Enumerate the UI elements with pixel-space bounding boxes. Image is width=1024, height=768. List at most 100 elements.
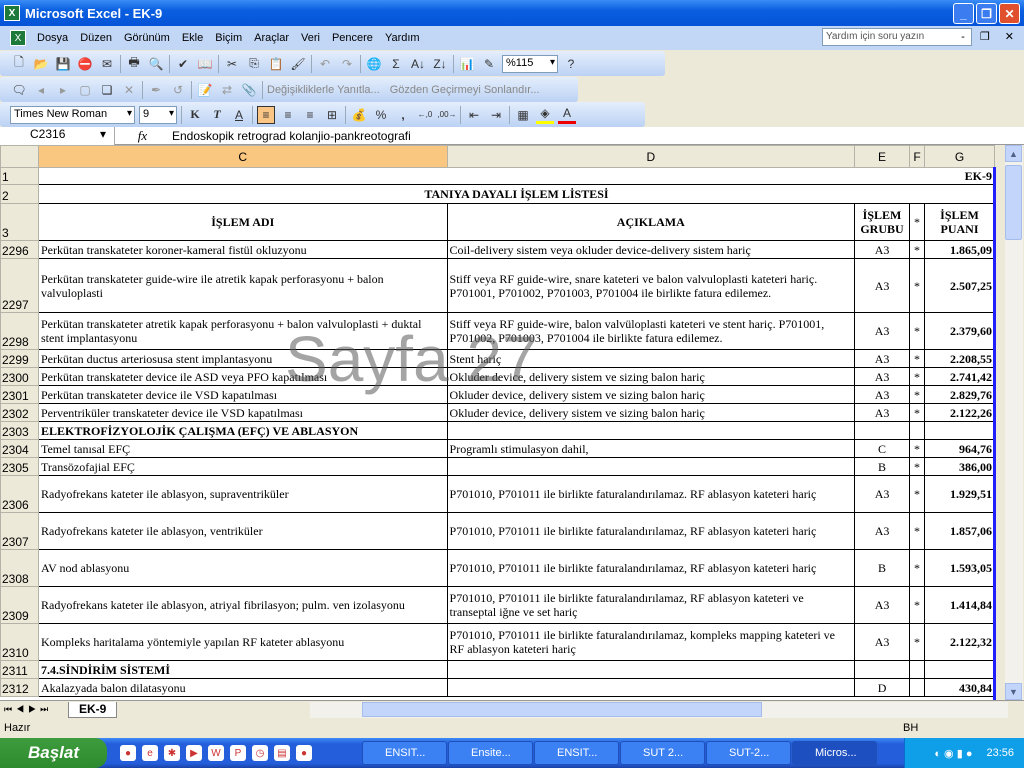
email-icon[interactable]: ✉ — [98, 55, 116, 73]
send-mail-icon[interactable]: 📎 — [240, 81, 258, 99]
cell-islem-puani[interactable]: 964,76 — [924, 439, 995, 458]
menu-ekle[interactable]: Ekle — [176, 32, 209, 44]
cell-star[interactable]: * — [909, 439, 925, 458]
previous-comment-icon[interactable]: ◂ — [32, 81, 50, 99]
cell-islem-adi[interactable]: Temel tanısal EFÇ — [37, 439, 448, 458]
row-header[interactable]: 2307 — [0, 512, 39, 550]
cell-islem-adi[interactable]: Perkütan transkateter guide-wire ile atr… — [37, 258, 448, 313]
hyperlink-icon[interactable]: 🌐 — [365, 55, 383, 73]
column-header-f[interactable]: F — [909, 145, 925, 168]
save-icon[interactable]: 💾 — [54, 55, 72, 73]
cell-islem-grubu[interactable]: A3 — [854, 512, 911, 550]
row-header[interactable]: 2296 — [0, 240, 39, 259]
cell-aciklama[interactable]: P701010, P701011 ile birlikte faturaland… — [446, 549, 856, 587]
scroll-down-icon[interactable]: ▼ — [1005, 683, 1022, 700]
cell-star[interactable]: * — [909, 512, 925, 550]
help-search-input[interactable]: Yardım için soru yazın — [822, 28, 972, 46]
row-header[interactable]: 2298 — [0, 312, 39, 350]
bold-button[interactable]: K — [186, 106, 204, 124]
cell-star[interactable] — [909, 660, 925, 679]
cell-islem-grubu[interactable] — [854, 660, 911, 679]
cell-aciklama[interactable] — [446, 421, 856, 440]
cell-islem-grubu[interactable]: A3 — [854, 312, 911, 350]
cell-islem-adi[interactable]: ELEKTROFİZYOLOJİK ÇALIŞMA (EFÇ) VE ABLAS… — [37, 421, 448, 440]
cell-islem-grubu[interactable]: A3 — [854, 258, 911, 313]
annex-label[interactable]: EK-9 — [37, 167, 995, 185]
font-color-icon[interactable]: A — [558, 106, 576, 124]
name-box[interactable]: C2316 — [0, 126, 115, 145]
cell-islem-grubu[interactable]: A3 — [854, 475, 911, 513]
merge-center-icon[interactable]: ⊞ — [323, 106, 341, 124]
cell-islem-puani[interactable]: 2.507,25 — [924, 258, 995, 313]
row-header[interactable]: 2310 — [0, 623, 39, 661]
column-header-g[interactable]: G — [924, 145, 995, 168]
taskbar-button[interactable]: ENSIT... — [534, 741, 619, 765]
cell-star[interactable]: * — [909, 367, 925, 386]
spreadsheet-grid[interactable]: C D E F G 1 EK-9 2 TANIYA DAYALI İŞLEM L… — [0, 145, 995, 700]
cell-islem-grubu[interactable]: A3 — [854, 240, 911, 259]
font-select[interactable]: Times New Roman — [10, 105, 135, 124]
cell-islem-grubu[interactable]: D — [854, 678, 911, 697]
close-button[interactable]: ✕ — [999, 3, 1020, 24]
column-title-aciklama[interactable]: AÇIKLAMA — [446, 203, 856, 241]
undo-icon[interactable]: ↶ — [316, 55, 334, 73]
column-header-e[interactable]: E — [854, 145, 911, 168]
cell-aciklama[interactable]: Okluder device, delivery sistem ve sizin… — [446, 403, 856, 422]
align-left-icon[interactable]: ≡ — [257, 105, 275, 124]
cell-islem-grubu[interactable]: C — [854, 439, 911, 458]
cell-islem-puani[interactable]: 2.741,42 — [924, 367, 995, 386]
column-title-islem-puani[interactable]: İŞLEM PUANI — [924, 203, 995, 241]
word-icon[interactable]: W — [208, 745, 224, 761]
autosum-icon[interactable]: Σ — [387, 55, 405, 73]
paste-icon[interactable]: 📋 — [267, 55, 285, 73]
fill-color-icon[interactable]: ◈ — [536, 106, 554, 124]
cell-islem-adi[interactable]: Akalazyada balon dilatasyonu — [37, 678, 448, 697]
cell-islem-grubu[interactable]: A3 — [854, 403, 911, 422]
redo-icon[interactable]: ↷ — [338, 55, 356, 73]
minimize-button[interactable]: _ — [953, 3, 974, 24]
maximize-button[interactable]: ❐ — [976, 3, 997, 24]
cell-islem-adi[interactable]: Radyofrekans kateter ile ablasyon, supra… — [37, 475, 448, 513]
sheet-title[interactable]: TANIYA DAYALI İŞLEM LİSTESİ — [37, 184, 995, 204]
cell-islem-adi[interactable]: Kompleks haritalama yöntemiyle yapılan R… — [37, 623, 448, 661]
taskbar-button[interactable]: ENSIT... — [362, 741, 447, 765]
cell-islem-adi[interactable]: Perkütan transkateter koroner-kameral fi… — [37, 240, 448, 259]
ie-icon[interactable]: e — [142, 745, 158, 761]
track-changes-icon[interactable]: 📝 — [196, 81, 214, 99]
cell-star[interactable]: * — [909, 385, 925, 404]
cell-islem-puani[interactable]: 1.414,84 — [924, 586, 995, 624]
align-right-icon[interactable]: ≡ — [301, 106, 319, 124]
cell-star[interactable]: * — [909, 403, 925, 422]
cell-islem-adi[interactable]: Radyofrekans kateter ile ablasyon, ventr… — [37, 512, 448, 550]
comma-button[interactable]: , — [394, 106, 412, 124]
cell-islem-adi[interactable]: Perkütan transkateter device ile VSD kap… — [37, 385, 448, 404]
cell-islem-puani[interactable]: 2.208,55 — [924, 349, 995, 368]
cell-star[interactable]: * — [909, 258, 925, 313]
cell-aciklama[interactable]: P701010, P701011 ile birlikte faturaland… — [446, 475, 856, 513]
cell-aciklama[interactable]: P701010, P701011 ile birlikte faturaland… — [446, 586, 856, 624]
cell-islem-puani[interactable]: 2.379,60 — [924, 312, 995, 350]
cell-islem-grubu[interactable]: A3 — [854, 586, 911, 624]
row-header[interactable]: 2299 — [0, 349, 39, 368]
underline-button[interactable]: A — [230, 106, 248, 124]
cell-aciklama[interactable]: Programlı stimulasyon dahil, — [446, 439, 856, 458]
menu-duzen[interactable]: Düzen — [74, 32, 118, 44]
cell-islem-puani[interactable]: 1.857,06 — [924, 512, 995, 550]
row-header[interactable]: 2 — [0, 184, 39, 204]
quick-launch-icon[interactable]: ▤ — [274, 745, 290, 761]
cell-aciklama[interactable] — [446, 660, 856, 679]
delete-ink-icon[interactable]: ↺ — [169, 81, 187, 99]
align-center-icon[interactable]: ≡ — [279, 106, 297, 124]
italic-button[interactable]: T — [208, 106, 226, 124]
cell-islem-grubu[interactable]: B — [854, 457, 911, 476]
tray-icons[interactable]: ◐ ◉ ▮ ● — [934, 747, 972, 760]
row-header[interactable]: 2308 — [0, 549, 39, 587]
cell-islem-adi[interactable]: 7.4.SİNDİRİM SİSTEMİ — [37, 660, 448, 679]
taskbar-button[interactable]: SUT 2... — [620, 741, 705, 765]
sheet-tab-ek-9[interactable]: EK-9 — [68, 701, 118, 718]
cell-star[interactable]: * — [909, 457, 925, 476]
cell-aciklama[interactable]: Stiff veya RF guide-wire, balon valvülop… — [446, 312, 856, 350]
sort-ascending-icon[interactable]: A↓ — [409, 55, 427, 73]
cell-islem-adi[interactable]: Radyofrekans kateter ile ablasyon, atriy… — [37, 586, 448, 624]
cell-islem-puani[interactable] — [924, 421, 995, 440]
